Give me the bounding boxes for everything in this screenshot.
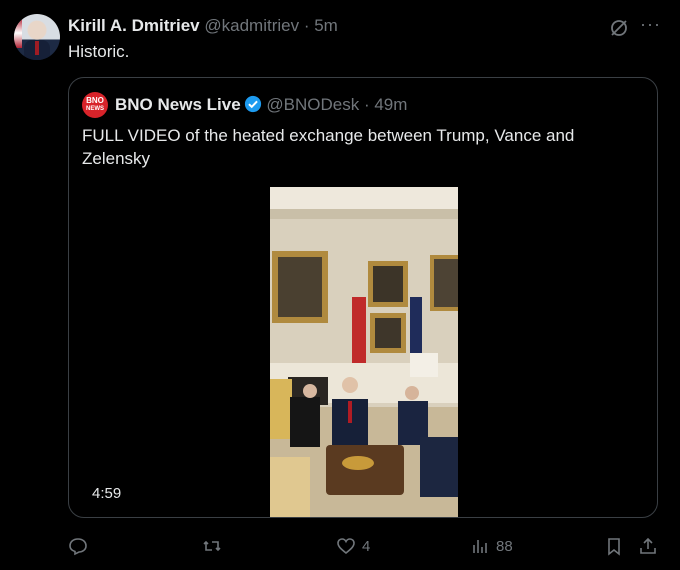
- repost-button[interactable]: [202, 536, 222, 556]
- video-player[interactable]: [270, 187, 458, 517]
- avatar-tie: [35, 41, 39, 55]
- bookmark-icon: [608, 538, 620, 556]
- reply-icon: [69, 538, 87, 556]
- tweet-header: Kirill A. Dmitriev @kadmitriev · 5m: [68, 16, 338, 36]
- more-options-icon[interactable]: ···: [640, 14, 661, 35]
- repost-icon: [203, 540, 221, 552]
- share-icon: [640, 537, 656, 554]
- tweet-time[interactable]: · 5m: [304, 16, 338, 35]
- bno-logo[interactable]: BNO NEWS: [82, 92, 108, 118]
- quote-time[interactable]: · 49m: [364, 95, 407, 114]
- share-button[interactable]: [638, 536, 658, 556]
- like-count: 4: [362, 537, 371, 555]
- tweet-text: Historic.: [68, 42, 130, 61]
- author-avatar[interactable]: [14, 14, 60, 60]
- video-duration: 4:59: [92, 485, 122, 502]
- author-name[interactable]: Kirill A. Dmitriev: [68, 16, 200, 35]
- quote-author-handle[interactable]: @BNODesk: [266, 95, 359, 114]
- like-button[interactable]: 4: [336, 536, 370, 556]
- bno-logo-line1: BNO: [86, 96, 104, 105]
- action-bar: 4 88: [0, 528, 680, 562]
- heart-icon: [337, 538, 355, 555]
- grok-icon[interactable]: [609, 18, 629, 38]
- author-handle[interactable]: @kadmitriev: [204, 16, 299, 35]
- tweet[interactable]: Kirill A. Dmitriev @kadmitriev · 5m ··· …: [0, 0, 680, 570]
- quote-author-name[interactable]: BNO News Live: [115, 95, 241, 114]
- views-button[interactable]: 88: [470, 536, 513, 556]
- reply-button[interactable]: [68, 536, 88, 556]
- bookmark-button[interactable]: [604, 536, 624, 556]
- avatar-flag: [14, 18, 22, 48]
- verified-badge-icon: [244, 95, 261, 113]
- bno-logo-line2: NEWS: [86, 106, 104, 112]
- video-frame: [270, 187, 458, 517]
- view-count: 88: [496, 537, 513, 555]
- quote-header: BNO News Live @BNODesk · 49m: [115, 95, 407, 115]
- quote-text: FULL VIDEO of the heated exchange betwee…: [82, 126, 575, 168]
- views-icon: [473, 540, 487, 553]
